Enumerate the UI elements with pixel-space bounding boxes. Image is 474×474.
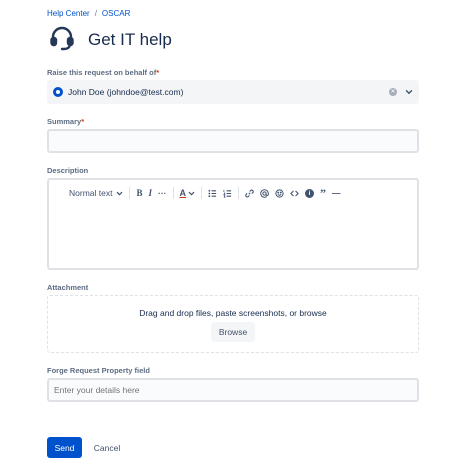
- forge-field-input[interactable]: [47, 378, 419, 402]
- behalf-select-value: John Doe (johndoe@test.com): [68, 87, 184, 97]
- request-header: Get IT help: [48, 24, 172, 56]
- dropzone-text: Drag and drop files, paste screenshots, …: [139, 308, 327, 318]
- breadcrumb-help-center[interactable]: Help Center: [47, 9, 90, 18]
- avatar: [53, 87, 63, 97]
- text-color-label: A: [179, 188, 187, 198]
- description-editor[interactable]: Normal text B I ··· A i ” —: [47, 178, 419, 270]
- more-formatting-button[interactable]: ···: [158, 185, 167, 201]
- breadcrumb-separator: /: [94, 9, 97, 18]
- required-marker: *: [81, 117, 85, 126]
- mention-icon[interactable]: [260, 185, 269, 201]
- attachment-label: Attachment: [47, 283, 89, 292]
- breadcrumb-project[interactable]: OSCAR: [102, 9, 130, 18]
- summary-label-text: Summary: [47, 117, 82, 126]
- toolbar-divider: [129, 187, 131, 199]
- toolbar-divider: [201, 187, 202, 199]
- bold-button[interactable]: B: [136, 185, 142, 201]
- page-title: Get IT help: [88, 30, 172, 49]
- summary-input[interactable]: [47, 129, 419, 153]
- breadcrumb: Help Center / OSCAR: [47, 9, 130, 18]
- summary-label: Summary*: [47, 117, 84, 126]
- quote-icon[interactable]: ”: [320, 185, 326, 201]
- italic-button[interactable]: I: [148, 185, 152, 201]
- horizontal-rule-icon[interactable]: —: [332, 185, 341, 201]
- behalf-select[interactable]: John Doe (johndoe@test.com) ✕: [47, 80, 419, 104]
- code-icon[interactable]: [290, 185, 299, 201]
- forge-field-label: Forge Request Property field: [47, 366, 150, 375]
- clear-icon[interactable]: ✕: [389, 88, 397, 96]
- editor-toolbar: Normal text B I ··· A i ” —: [69, 185, 347, 201]
- required-marker: *: [156, 68, 160, 77]
- text-style-label: Normal text: [69, 188, 113, 198]
- chevron-down-icon[interactable]: [405, 83, 413, 101]
- toolbar-divider: [238, 187, 239, 199]
- bullet-list-icon[interactable]: [208, 185, 217, 201]
- emoji-icon[interactable]: [275, 185, 284, 201]
- cancel-button[interactable]: Cancel: [88, 437, 126, 458]
- browse-button[interactable]: Browse: [211, 322, 255, 342]
- behalf-label-text: Raise this request on behalf of: [47, 68, 157, 77]
- text-style-dropdown[interactable]: Normal text: [69, 185, 123, 201]
- info-panel-glyph: i: [305, 188, 314, 198]
- link-icon[interactable]: [245, 185, 254, 201]
- send-button[interactable]: Send: [47, 437, 82, 458]
- info-panel-icon[interactable]: i: [305, 185, 314, 201]
- description-label: Description: [47, 166, 89, 175]
- behalf-label: Raise this request on behalf of*: [47, 68, 159, 77]
- text-color-button[interactable]: A: [180, 185, 196, 201]
- toolbar-divider: [172, 187, 174, 199]
- numbered-list-icon[interactable]: [223, 185, 232, 201]
- headset-icon: [48, 24, 76, 57]
